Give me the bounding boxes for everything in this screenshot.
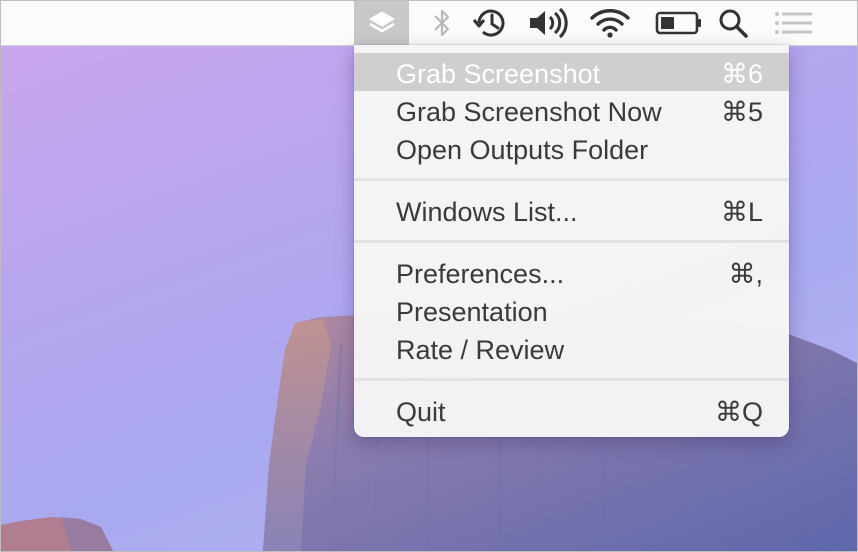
- menu-item-grab-screenshot[interactable]: Grab Screenshot ⌘6: [354, 53, 789, 91]
- spotlight-button[interactable]: [713, 1, 753, 45]
- menu-item-label: Windows List...: [396, 197, 578, 227]
- bluetooth-icon: [431, 7, 453, 39]
- menu-item-presentation[interactable]: Presentation: [354, 291, 789, 329]
- menu-item-label: Open Outputs Folder: [396, 135, 649, 165]
- menu-item-grab-screenshot-now[interactable]: Grab Screenshot Now ⌘5: [354, 91, 789, 129]
- menu-item-quit[interactable]: Quit ⌘Q: [354, 391, 789, 429]
- menu-item-label: Presentation: [396, 297, 548, 327]
- menu-item-label: Rate / Review: [396, 335, 565, 365]
- time-machine-button[interactable]: [467, 1, 513, 45]
- menu-item-label: Preferences...: [396, 259, 565, 289]
- layers-icon: [367, 9, 397, 37]
- menu-separator: [354, 178, 789, 181]
- menu-item-shortcut: ⌘,: [728, 259, 763, 289]
- menu-item-rate-review[interactable]: Rate / Review: [354, 329, 789, 367]
- menu-item-label: Grab Screenshot Now: [396, 97, 662, 127]
- menu-item-shortcut: ⌘5: [720, 97, 763, 127]
- battery-button[interactable]: [651, 1, 707, 45]
- menu-item-preferences[interactable]: Preferences... ⌘,: [354, 253, 789, 291]
- battery-icon: [655, 10, 703, 36]
- menu-separator: [354, 378, 789, 381]
- menu-item-shortcut: ⌘6: [720, 59, 763, 89]
- menu-item-label: Grab Screenshot: [396, 59, 601, 89]
- time-machine-icon: [471, 6, 509, 40]
- menu-separator: [354, 240, 789, 243]
- spotlight-search-icon: [717, 7, 749, 39]
- screenshot-frame: Grab Screenshot ⌘6 Grab Screenshot Now ⌘…: [0, 0, 858, 552]
- volume-button[interactable]: [525, 1, 573, 45]
- wifi-icon: [588, 7, 632, 39]
- menu-item-shortcut: ⌘Q: [714, 397, 763, 427]
- app-menu-extra-button[interactable]: [354, 1, 409, 45]
- app-dropdown-menu: Grab Screenshot ⌘6 Grab Screenshot Now ⌘…: [354, 45, 789, 437]
- volume-icon: [526, 6, 572, 40]
- notification-center-icon: [774, 11, 814, 35]
- menu-item-label: Quit: [396, 397, 446, 427]
- menu-item-windows-list[interactable]: Windows List... ⌘L: [354, 191, 789, 229]
- notification-center-button[interactable]: [769, 1, 819, 45]
- menu-bar: [1, 1, 857, 46]
- wifi-button[interactable]: [585, 1, 635, 45]
- bluetooth-button[interactable]: [425, 1, 459, 45]
- menu-item-open-outputs-folder[interactable]: Open Outputs Folder: [354, 129, 789, 167]
- menu-item-shortcut: ⌘L: [720, 197, 763, 227]
